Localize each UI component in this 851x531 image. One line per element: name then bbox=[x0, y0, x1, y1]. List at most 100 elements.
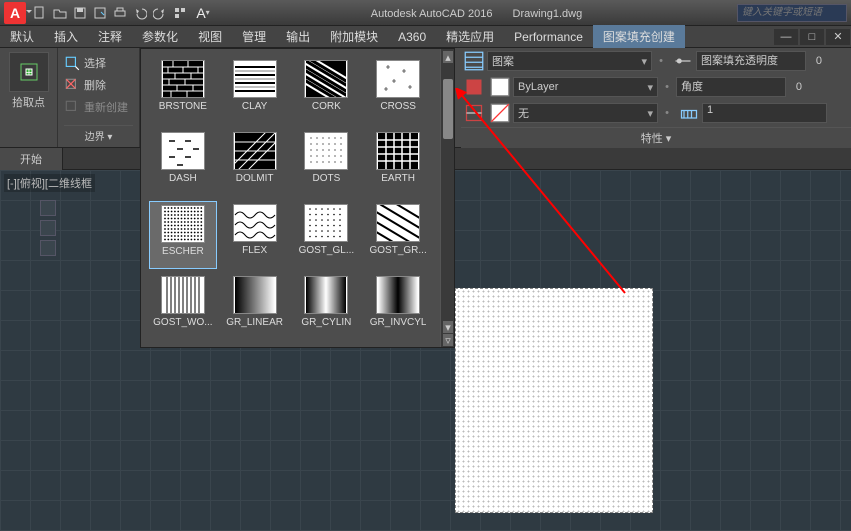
pattern-swatch bbox=[161, 205, 205, 243]
pattern-label: CORK bbox=[312, 101, 341, 112]
transparency-field[interactable]: 图案填充透明度 bbox=[696, 51, 806, 71]
tab-视图[interactable]: 视图 bbox=[188, 25, 232, 48]
tab-默认[interactable]: 默认 bbox=[0, 25, 44, 48]
vc-rotate-icon[interactable] bbox=[40, 240, 56, 256]
pattern-gost_wo[interactable]: GOST_WO... bbox=[149, 273, 217, 341]
transparency-icon[interactable] bbox=[673, 51, 693, 71]
close-button[interactable]: ✕ bbox=[826, 29, 850, 45]
title-text: Autodesk AutoCAD 2016 Drawing1.dwg bbox=[216, 6, 737, 20]
pattern-gost_gl[interactable]: GOST_GL... bbox=[293, 201, 361, 269]
pattern-swatch bbox=[233, 60, 277, 98]
bg-dropdown[interactable]: 无 bbox=[513, 103, 658, 123]
pattern-swatch bbox=[161, 132, 205, 170]
pattern-label: GOST_GL... bbox=[299, 245, 355, 256]
app-logo[interactable]: A bbox=[4, 2, 26, 24]
vc-home-icon[interactable] bbox=[40, 220, 56, 236]
color-icon[interactable] bbox=[464, 77, 484, 97]
qat-print-icon[interactable] bbox=[111, 4, 129, 22]
pattern-label: GOST_GR... bbox=[370, 245, 427, 256]
doc-name: Drawing1.dwg bbox=[513, 8, 583, 20]
pattern-gr_invcyl[interactable]: GR_INVCYL bbox=[364, 273, 432, 341]
pattern-swatch bbox=[161, 60, 205, 98]
scale-icon[interactable] bbox=[679, 103, 699, 123]
pattern-label: DOTS bbox=[312, 173, 340, 184]
scale-field[interactable]: 1 bbox=[702, 103, 827, 123]
tab-管理[interactable]: 管理 bbox=[232, 25, 276, 48]
tab-注释[interactable]: 注释 bbox=[88, 25, 132, 48]
tab-插入[interactable]: 插入 bbox=[44, 25, 88, 48]
tab-start[interactable]: 开始 bbox=[0, 148, 63, 170]
qat-saveas-icon[interactable] bbox=[91, 4, 109, 22]
pattern-swatch bbox=[233, 276, 277, 314]
pattern-label: ESCHER bbox=[162, 246, 204, 257]
recreate-label: 重新创建 bbox=[84, 99, 128, 115]
pattern-brstone[interactable]: BRSTONE bbox=[149, 57, 217, 125]
tab-Performance[interactable]: Performance bbox=[504, 27, 593, 47]
tab-图案填充创建[interactable]: 图案填充创建 bbox=[593, 25, 685, 48]
color-value: ByLayer bbox=[518, 81, 558, 93]
properties-panel-label[interactable]: 特性 ▾ bbox=[461, 127, 851, 148]
hatched-rectangle[interactable] bbox=[455, 288, 653, 513]
qat-undo-icon[interactable] bbox=[131, 4, 149, 22]
angle-field[interactable]: 角度 bbox=[676, 77, 786, 97]
bg-value: 无 bbox=[518, 105, 529, 121]
pattern-gr_linear[interactable]: GR_LINEAR bbox=[221, 273, 289, 341]
qat-new-icon[interactable] bbox=[31, 4, 49, 22]
pattern-gost_gr[interactable]: GOST_GR... bbox=[364, 201, 432, 269]
select-button[interactable]: 选择 bbox=[64, 53, 133, 73]
scroll-expand-icon[interactable]: ▿ bbox=[443, 334, 453, 346]
bg-color-icon[interactable] bbox=[464, 103, 484, 123]
select-label: 选择 bbox=[84, 55, 106, 71]
boundary-panel-label[interactable]: 边界 ▾ bbox=[64, 125, 133, 143]
pattern-scrollbar[interactable]: ▴ ▾ ▿ bbox=[440, 49, 454, 347]
delete-button[interactable]: 删除 bbox=[64, 75, 133, 95]
qat-open-icon[interactable] bbox=[51, 4, 69, 22]
pattern-label: BRSTONE bbox=[159, 101, 207, 112]
viewport-label[interactable]: [-][俯视][二维线框 bbox=[4, 174, 95, 192]
hatch-type-icon[interactable] bbox=[464, 51, 484, 71]
qat-save-icon[interactable] bbox=[71, 4, 89, 22]
qat-workspace-icon[interactable] bbox=[171, 4, 189, 22]
viewcube-controls[interactable] bbox=[40, 200, 56, 256]
angle-value: 0 bbox=[786, 81, 806, 93]
ribbon-tabs: 默认插入注释参数化视图管理输出附加模块A360精选应用Performance图案… bbox=[0, 26, 851, 48]
pattern-swatch bbox=[233, 132, 277, 170]
pattern-cross[interactable]: CROSS bbox=[364, 57, 432, 125]
scroll-up-icon[interactable]: ▴ bbox=[443, 51, 453, 63]
delete-label: 删除 bbox=[84, 77, 106, 93]
pattern-label: CROSS bbox=[380, 101, 416, 112]
pattern-swatch bbox=[304, 204, 348, 242]
pattern-label: CLAY bbox=[242, 101, 267, 112]
scroll-thumb[interactable] bbox=[443, 79, 453, 139]
scroll-down-icon[interactable]: ▾ bbox=[443, 321, 453, 333]
min-button[interactable]: — bbox=[774, 29, 798, 45]
search-input[interactable] bbox=[737, 4, 847, 22]
pattern-clay[interactable]: CLAY bbox=[221, 57, 289, 125]
max-button[interactable]: □ bbox=[800, 29, 824, 45]
color-dropdown[interactable]: ByLayer bbox=[513, 77, 658, 97]
pattern-gr_cylin[interactable]: GR_CYLIN bbox=[293, 273, 361, 341]
hatch-type-dropdown[interactable]: 图案 bbox=[487, 51, 652, 71]
tab-输出[interactable]: 输出 bbox=[276, 25, 320, 48]
pattern-dolmit[interactable]: DOLMIT bbox=[221, 129, 289, 197]
tab-精选应用[interactable]: 精选应用 bbox=[436, 25, 504, 48]
pattern-cork[interactable]: CORK bbox=[293, 57, 361, 125]
pattern-flex[interactable]: FLEX bbox=[221, 201, 289, 269]
tab-附加模块[interactable]: 附加模块 bbox=[320, 25, 388, 48]
pattern-earth[interactable]: EARTH bbox=[364, 129, 432, 197]
panel-boundary: 选择 删除 重新创建 边界 ▾ bbox=[58, 48, 140, 147]
tab-A360[interactable]: A360 bbox=[388, 27, 436, 47]
tab-参数化[interactable]: 参数化 bbox=[132, 25, 188, 48]
title-bar: A A▾ Autodesk AutoCAD 2016 Drawing1.dwg bbox=[0, 0, 851, 26]
pattern-dots[interactable]: DOTS bbox=[293, 129, 361, 197]
pattern-dash[interactable]: DASH bbox=[149, 129, 217, 197]
qat-text-icon[interactable]: A▾ bbox=[191, 4, 215, 22]
bylayer-swatch-icon bbox=[490, 77, 510, 97]
pattern-swatch bbox=[304, 60, 348, 98]
pick-points-button[interactable]: + bbox=[9, 52, 49, 92]
pattern-escher[interactable]: ESCHER bbox=[149, 201, 217, 269]
vc-minus-icon[interactable] bbox=[40, 200, 56, 216]
pattern-label: GR_LINEAR bbox=[226, 317, 283, 328]
qat-redo-icon[interactable] bbox=[151, 4, 169, 22]
pattern-swatch bbox=[233, 204, 277, 242]
